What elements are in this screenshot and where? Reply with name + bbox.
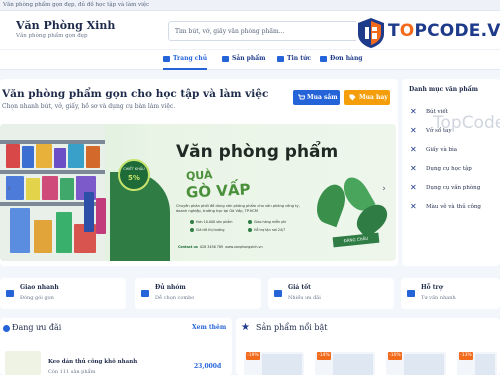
category-icon: ✕ [410, 107, 417, 116]
featured-product-card[interactable]: -13% [457, 352, 497, 375]
top-announcement-bar: Văn phòng phẩm gọn đẹp, đủ đồ học tập và… [0, 0, 500, 11]
sidebar-heading: Danh mục văn phẩm [409, 86, 478, 93]
promo-banner[interactable]: CHIẾT KHẤU 5% Văn phòng phẩm QUÀ GÒ VẤP … [0, 124, 396, 261]
deals-panel: Đang ưu đãi Xem thêm Keo dán thủ công kh… [0, 318, 232, 375]
hero-title: Văn phòng phẩm gọn cho học tập và làm vi… [2, 88, 269, 100]
product-image [262, 354, 302, 375]
deal-product-price: 23,000đ [194, 363, 222, 370]
featured-product-card[interactable]: -14% [315, 352, 375, 375]
featured-product-card[interactable]: -10% [386, 352, 446, 375]
promo-button[interactable]: Mua hay [344, 90, 390, 105]
headset-icon [407, 290, 415, 297]
topcode-logo-text: TOPCODE.VN [388, 21, 500, 41]
news-icon [277, 56, 284, 62]
category-icon: ✕ [410, 145, 417, 154]
truck-icon [6, 290, 14, 297]
carousel-next-arrow[interactable]: › [378, 181, 390, 197]
deal-product-image[interactable] [5, 351, 41, 375]
banner-feature: Hơn 10.000 sản phẩm [190, 220, 233, 224]
store-shelf-image [0, 124, 106, 261]
hero-subtitle: Chọn nhanh bút, vở, giấy, hồ sơ và dụng … [2, 103, 176, 110]
nav-home[interactable]: Trang chủ [163, 50, 208, 70]
orders-icon [320, 56, 327, 62]
cart-icon [298, 94, 305, 100]
feature-fast-delivery: Giao nhanh Đóng gói gọn [0, 278, 126, 309]
banner-feature: Giao hàng miễn phí [247, 220, 287, 224]
featured-product-card[interactable]: -19% [244, 352, 304, 375]
sidebar-item-school-tools[interactable]: ✕ Dụng cụ học tập [410, 164, 500, 176]
featured-heading: Sản phẩm nổi bật [256, 323, 328, 332]
feature-support: Hỗ trợ Tư vấn nhanh [401, 278, 500, 309]
category-icon: ✕ [410, 183, 417, 192]
feature-good-price: Giá tốt Nhiều ưu đãi [268, 278, 394, 309]
banner-feature: Giá tốt thị trường [189, 228, 225, 232]
hero-card: Văn phòng phẩm gọn cho học tập và làm vi… [0, 79, 398, 266]
featured-panel: ★ Sản phẩm nổi bật -19% -14% -10% -13% [236, 318, 500, 375]
product-image [333, 354, 373, 375]
topcode-logo: TOPCODE.VN [356, 17, 500, 51]
deal-product-stock: Còn 111 sản phẩm [48, 369, 96, 375]
watermark: TopCode.vn [433, 113, 500, 133]
sidebar-item-paper[interactable]: ✕ Giấy và bìa [410, 145, 500, 157]
sidebar-item-art-crafts[interactable]: ✕ Màu vẽ và thủ công [410, 202, 500, 214]
nav-orders[interactable]: Đơn hàng [320, 50, 363, 70]
discount-badge: -10% [388, 352, 402, 360]
product-image [475, 354, 495, 375]
announcement-text: Văn phòng phẩm gọn đẹp, đủ đồ học tập và… [3, 2, 150, 8]
banner-quote-1: QUÀ [185, 168, 213, 183]
shop-button[interactable]: Mua sắm [293, 90, 340, 105]
category-icon: ✕ [410, 126, 417, 135]
discount-badge: -14% [317, 352, 331, 360]
nav-news[interactable]: Tin tức [277, 50, 311, 70]
deal-product-name[interactable]: Keo dán thủ công khô nhanh [48, 359, 137, 365]
star-icon: ★ [241, 322, 250, 333]
category-icon: ✕ [410, 164, 417, 173]
discount-badge: -13% [459, 352, 473, 360]
price-tag-icon [274, 290, 282, 297]
home-icon [163, 56, 170, 62]
brand-name[interactable]: Văn Phòng Xinh [16, 19, 115, 32]
product-image [404, 354, 444, 375]
category-sidebar: Danh mục văn phẩm ✕ Bút viết ✕ Vở sổ tay ✕… [402, 79, 500, 266]
deals-icon [3, 325, 10, 332]
main-nav: Trang chủ Sản phẩm Tin tức Đơn hàng [0, 49, 500, 70]
view-more-link[interactable]: Xem thêm [192, 324, 226, 331]
sidebar-item-office-tools[interactable]: ✕ Dụng cụ văn phòng [410, 183, 500, 195]
feature-full-range: Đủ nhóm Dễ chọn combo [135, 278, 261, 309]
boxes-icon [141, 290, 149, 297]
tag-icon [349, 94, 356, 101]
category-icon: ✕ [410, 202, 417, 211]
site-header: Văn Phòng Xinh Văn phòng phẩm gọn đẹp TO… [0, 11, 500, 51]
banner-tag: ĐĂNG CHÂU [332, 232, 380, 248]
nav-products[interactable]: Sản phẩm [222, 50, 265, 70]
banner-contact: Contact us 028 3456 789 www.vanphongxinh… [178, 245, 263, 249]
banner-title: Văn phòng phẩm [176, 142, 339, 162]
banner-quote-2: GÒ VẤP [185, 180, 251, 202]
products-icon [222, 56, 229, 62]
topcode-shield-icon [358, 18, 384, 48]
deals-heading: Đang ưu đãi [3, 323, 61, 332]
banner-feature: Hỗ trợ tận nơi 24/7 [247, 228, 286, 232]
banner-description: Chuyên phân phối đồ dùng văn phòng phẩm … [176, 204, 300, 213]
discount-badge: CHIẾT KHẤU 5% [118, 159, 150, 191]
discount-badge: -19% [246, 352, 260, 360]
carousel-prev-arrow[interactable]: ‹ [3, 181, 15, 197]
search-input[interactable] [175, 25, 355, 38]
brand-tagline: Văn phòng phẩm gọn đẹp [16, 33, 88, 39]
